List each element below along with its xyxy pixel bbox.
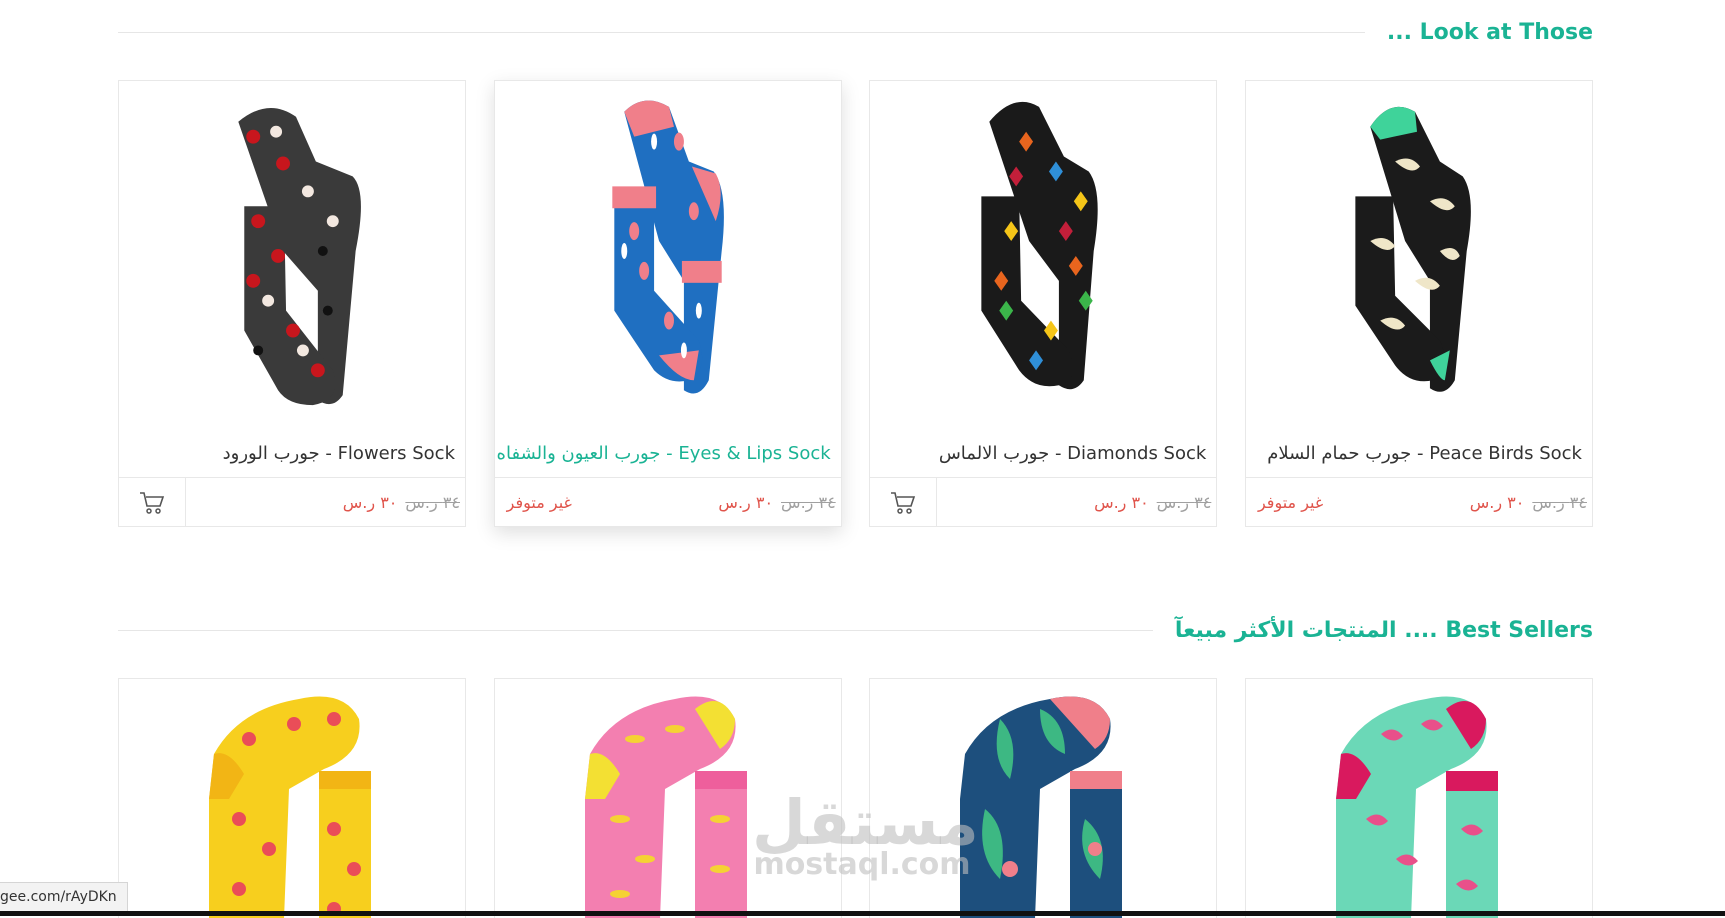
product-image-flowers-sock[interactable] <box>119 81 465 421</box>
old-price: ٣٤ ر.س <box>1156 493 1212 512</box>
product-card-diamonds[interactable]: Diamonds Sock - جورب الالماس ٣٤ ر.س ٣٠ ر… <box>869 80 1218 527</box>
product-grid: Flowers Sock - جورب الورود ٣٤ ر.س ٣٠ ر.س… <box>118 80 1593 527</box>
product-name[interactable]: Diamonds Sock - جورب الالماس <box>939 443 1206 464</box>
product-card-peace-birds[interactable]: Peace Birds Sock - جورب حمام السلام غير … <box>1244 80 1593 527</box>
old-price: ٣٤ ر.س <box>1532 493 1587 512</box>
cart-icon <box>140 491 165 514</box>
product-footer: ٣٤ ر.س ٣٠ ر.س <box>870 477 1217 527</box>
old-price: ٣٤ ر.س <box>781 493 836 512</box>
price-group: ٣٤ ر.س ٣٠ ر.س <box>1094 478 1211 527</box>
product-card-flamingo[interactable] <box>1244 678 1593 918</box>
product-footer: غير متوفر ٣٤ ر.س ٣٠ ر.س <box>494 477 841 527</box>
section-header-look-at-those: Look at Those ... <box>118 20 1593 45</box>
divider <box>118 630 1153 631</box>
current-price: ٣٠ ر.س <box>1469 493 1525 512</box>
product-name[interactable]: Flowers Sock - جورب الورود <box>223 443 455 464</box>
browser-status-url: gee.com/rAyDKn <box>0 882 128 912</box>
product-image-eyes-lips-sock[interactable] <box>495 81 841 421</box>
out-of-stock-label: غير متوفر <box>506 493 572 512</box>
section-header-best-sellers: Best Sellers .... المنتجات الأكثر مبيعآ <box>118 618 1593 643</box>
product-footer: ٣٤ ر.س ٣٠ ر.س <box>119 477 465 527</box>
current-price: ٣٠ ر.س <box>718 493 774 512</box>
section-title: Best Sellers .... المنتجات الأكثر مبيعآ <box>1174 618 1593 643</box>
product-footer: غير متوفر ٣٤ ر.س ٣٠ ر.س <box>1245 477 1592 527</box>
watermark-logo: مستقل mostaql.com <box>752 788 979 882</box>
divider <box>118 32 1365 33</box>
section-title: Look at Those ... <box>1386 20 1593 45</box>
product-card-flowers[interactable]: Flowers Sock - جورب الورود ٣٤ ر.س ٣٠ ر.س <box>118 80 466 527</box>
cart-icon <box>891 491 916 514</box>
product-name[interactable]: Peace Birds Sock - جورب حمام السلام <box>1267 443 1582 464</box>
product-image-flamingo-sock[interactable] <box>1246 679 1593 918</box>
watermark-latin: mostaql.com <box>753 847 971 882</box>
product-image-peace-birds-sock[interactable] <box>1246 81 1592 421</box>
price-group: ٣٤ ر.س ٣٠ ر.س <box>343 478 460 527</box>
current-price: ٣٠ ر.س <box>342 493 398 512</box>
add-to-cart-button[interactable] <box>119 478 186 527</box>
add-to-cart-button[interactable] <box>870 478 938 527</box>
product-image-cherry-sock[interactable] <box>119 679 466 918</box>
old-price: ٣٤ ر.س <box>405 493 460 512</box>
current-price: ٣٠ ر.س <box>1094 493 1149 512</box>
product-card-cherry[interactable] <box>118 678 466 918</box>
bottom-edge <box>0 911 1725 916</box>
product-image-diamonds-sock[interactable] <box>870 81 1216 421</box>
product-card-eyes-lips[interactable]: Eyes & Lips Sock - جورب العيون والشفاه غ… <box>493 80 842 527</box>
price-group: ٣٤ ر.س ٣٠ ر.س <box>718 478 835 527</box>
product-name[interactable]: Eyes & Lips Sock - جورب العيون والشفاه <box>497 443 831 464</box>
out-of-stock-label: غير متوفر <box>1257 493 1324 512</box>
price-group: ٣٤ ر.س ٣٠ ر.س <box>1470 478 1587 527</box>
